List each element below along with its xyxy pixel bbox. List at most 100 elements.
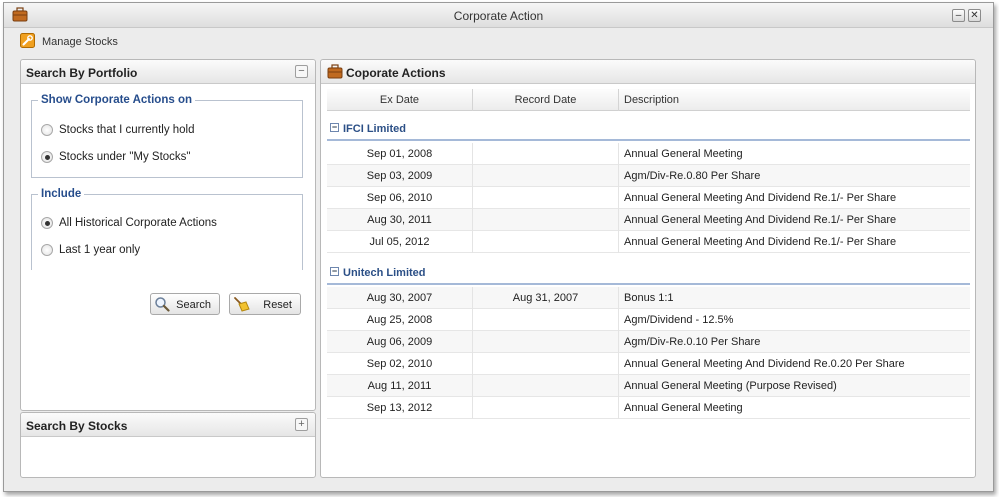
reset-button-label: Reset <box>263 299 292 311</box>
table-cell-box <box>473 231 619 253</box>
table-cell: Annual General Meeting (Purpose Revised) <box>624 380 837 392</box>
table-cell: Aug 11, 2011 <box>367 380 432 392</box>
radio-button[interactable] <box>41 244 53 256</box>
group-row-unitech[interactable]: − Unitech Limited <box>327 263 970 285</box>
manage-stocks-button[interactable]: Manage Stocks <box>16 29 126 53</box>
table-cell-box <box>473 209 619 231</box>
table-cell-box <box>473 165 619 187</box>
table-cell-box: Annual General Meeting And Dividend Re.0… <box>619 353 970 375</box>
table-cell-box: Annual General Meeting (Purpose Revised) <box>619 375 970 397</box>
include-group: Include <box>31 188 303 270</box>
title-bar: Corporate Action – ✕ <box>4 3 993 28</box>
table-row[interactable]: Aug 11, 2011 Annual General Meeting (Pur… <box>327 375 970 397</box>
expand-button[interactable]: + <box>295 418 308 431</box>
stocks-panel-header[interactable]: Search By Stocks + <box>21 413 315 437</box>
portfolio-panel-title: Search By Portfolio <box>26 66 138 80</box>
magnifier-icon <box>154 296 170 315</box>
table-row[interactable]: Aug 30, 2007 Aug 31, 2007 Bonus 1:1 <box>327 287 970 309</box>
manage-stocks-label: Manage Stocks <box>42 36 118 48</box>
search-button[interactable]: Search <box>150 293 220 315</box>
table-cell-box <box>473 187 619 209</box>
window-title: Corporate Action <box>453 9 544 23</box>
table-cell-box <box>473 353 619 375</box>
column-header-label: Record Date <box>514 94 577 106</box>
radio-button[interactable] <box>41 217 53 229</box>
table-row[interactable]: Sep 02, 2010 Annual General Meeting And … <box>327 353 970 375</box>
group-label: IFCI Limited <box>343 123 406 135</box>
table-row[interactable]: Sep 03, 2009 Agm/Div-Re.0.80 Per Share <box>327 165 970 187</box>
table-cell: Aug 30, 2007 <box>366 292 433 304</box>
close-button[interactable]: ✕ <box>968 9 981 22</box>
table-row[interactable]: Sep 13, 2012 Annual General Meeting <box>327 397 970 419</box>
table-cell: Sep 13, 2012 <box>366 402 433 414</box>
table-cell: Annual General Meeting And Dividend Re.1… <box>624 214 897 226</box>
table-row[interactable]: Aug 30, 2011 Annual General Meeting And … <box>327 209 970 231</box>
table-cell-box: Aug 31, 2007 <box>473 287 619 309</box>
table-cell: Bonus 1:1 <box>624 292 674 304</box>
corporate-action-window: Corporate Action – ✕ Manage Stocks Searc… <box>3 2 994 492</box>
show-group-legend: Show Corporate Actions on <box>41 94 192 106</box>
group-label: Unitech Limited <box>343 267 426 279</box>
column-header-label: Ex Date <box>379 94 420 106</box>
table-cell-box: Sep 01, 2008 <box>327 143 473 165</box>
table-cell: Annual General Meeting And Dividend Re.1… <box>624 192 897 204</box>
collapse-group-icon[interactable]: − <box>330 267 339 276</box>
reset-button[interactable]: Reset <box>229 293 301 315</box>
radio-button[interactable] <box>41 151 53 163</box>
table-cell: Annual General Meeting <box>624 148 743 160</box>
show-corporate-actions-group: Show Corporate Actions on <box>31 94 303 178</box>
broom-icon <box>233 296 251 315</box>
table-cell-box <box>473 375 619 397</box>
table-cell-box: Sep 03, 2009 <box>327 165 473 187</box>
column-header-description[interactable]: Description <box>619 89 970 111</box>
collapse-button[interactable]: − <box>295 65 308 78</box>
table-cell-box: Annual General Meeting And Dividend Re.1… <box>619 209 970 231</box>
table-cell-box: Agm/Div-Re.0.80 Per Share <box>619 165 970 187</box>
table-cell-box: Jul 05, 2012 <box>327 231 473 253</box>
table-cell-box: Aug 30, 2007 <box>327 287 473 309</box>
table-cell: Sep 01, 2008 <box>366 148 433 160</box>
table-cell: Aug 31, 2007 <box>512 292 579 304</box>
radio-button[interactable] <box>41 124 53 136</box>
radio-label: Last 1 year only <box>59 244 141 256</box>
table-cell-box: Bonus 1:1 <box>619 287 970 309</box>
table-cell-box: Sep 02, 2010 <box>327 353 473 375</box>
actions-panel-title: Coporate Actions <box>346 66 446 80</box>
table-row[interactable]: Jul 05, 2012 Annual General Meeting And … <box>327 231 970 253</box>
table-cell-box: Agm/Dividend - 12.5% <box>619 309 970 331</box>
table-cell: Aug 06, 2009 <box>366 336 433 348</box>
search-by-portfolio-panel: Search By Portfolio − Show Corporate Act… <box>20 59 316 411</box>
corporate-actions-panel: Coporate Actions Ex Date Record Date Des… <box>320 59 976 478</box>
group-row-ifci[interactable]: − IFCI Limited <box>327 119 970 141</box>
toolbar: Manage Stocks <box>4 29 993 53</box>
table-cell-box: Annual General Meeting <box>619 143 970 165</box>
table-cell-box: Aug 25, 2008 <box>327 309 473 331</box>
table-cell-box <box>473 331 619 353</box>
table-cell-box: Sep 06, 2010 <box>327 187 473 209</box>
column-header-record-date[interactable]: Record Date <box>473 89 619 111</box>
table-cell: Aug 30, 2011 <box>367 214 432 226</box>
radio-label: All Historical Corporate Actions <box>59 217 217 229</box>
table-cell-box: Aug 11, 2011 <box>327 375 473 397</box>
table-cell: Agm/Div-Re.0.80 Per Share <box>624 170 761 182</box>
table-cell-box: Agm/Div-Re.0.10 Per Share <box>619 331 970 353</box>
table-row[interactable]: Aug 25, 2008 Agm/Dividend - 12.5% <box>327 309 970 331</box>
table-cell: Annual General Meeting And Dividend Re.0… <box>624 358 905 370</box>
minimize-button[interactable]: – <box>952 9 965 22</box>
collapse-group-icon[interactable]: − <box>330 123 339 132</box>
table-cell-box <box>473 397 619 419</box>
search-button-label: Search <box>176 299 211 311</box>
table-row[interactable]: Sep 06, 2010 Annual General Meeting And … <box>327 187 970 209</box>
table-row[interactable]: Aug 06, 2009 Agm/Div-Re.0.10 Per Share <box>327 331 970 353</box>
column-header-ex-date[interactable]: Ex Date <box>327 89 473 111</box>
table-row[interactable]: Sep 01, 2008 Annual General Meeting <box>327 143 970 165</box>
radio-label: Stocks under "My Stocks" <box>59 151 191 163</box>
table-cell-box: Sep 13, 2012 <box>327 397 473 419</box>
table-cell-box <box>473 143 619 165</box>
stocks-panel-title: Search By Stocks <box>26 419 128 433</box>
table-cell-box: Aug 30, 2011 <box>327 209 473 231</box>
table-cell-box: Annual General Meeting And Dividend Re.1… <box>619 187 970 209</box>
table-cell: Agm/Dividend - 12.5% <box>624 314 734 326</box>
portfolio-panel-header[interactable]: Search By Portfolio − <box>21 60 315 84</box>
table-cell: Jul 05, 2012 <box>369 236 430 248</box>
